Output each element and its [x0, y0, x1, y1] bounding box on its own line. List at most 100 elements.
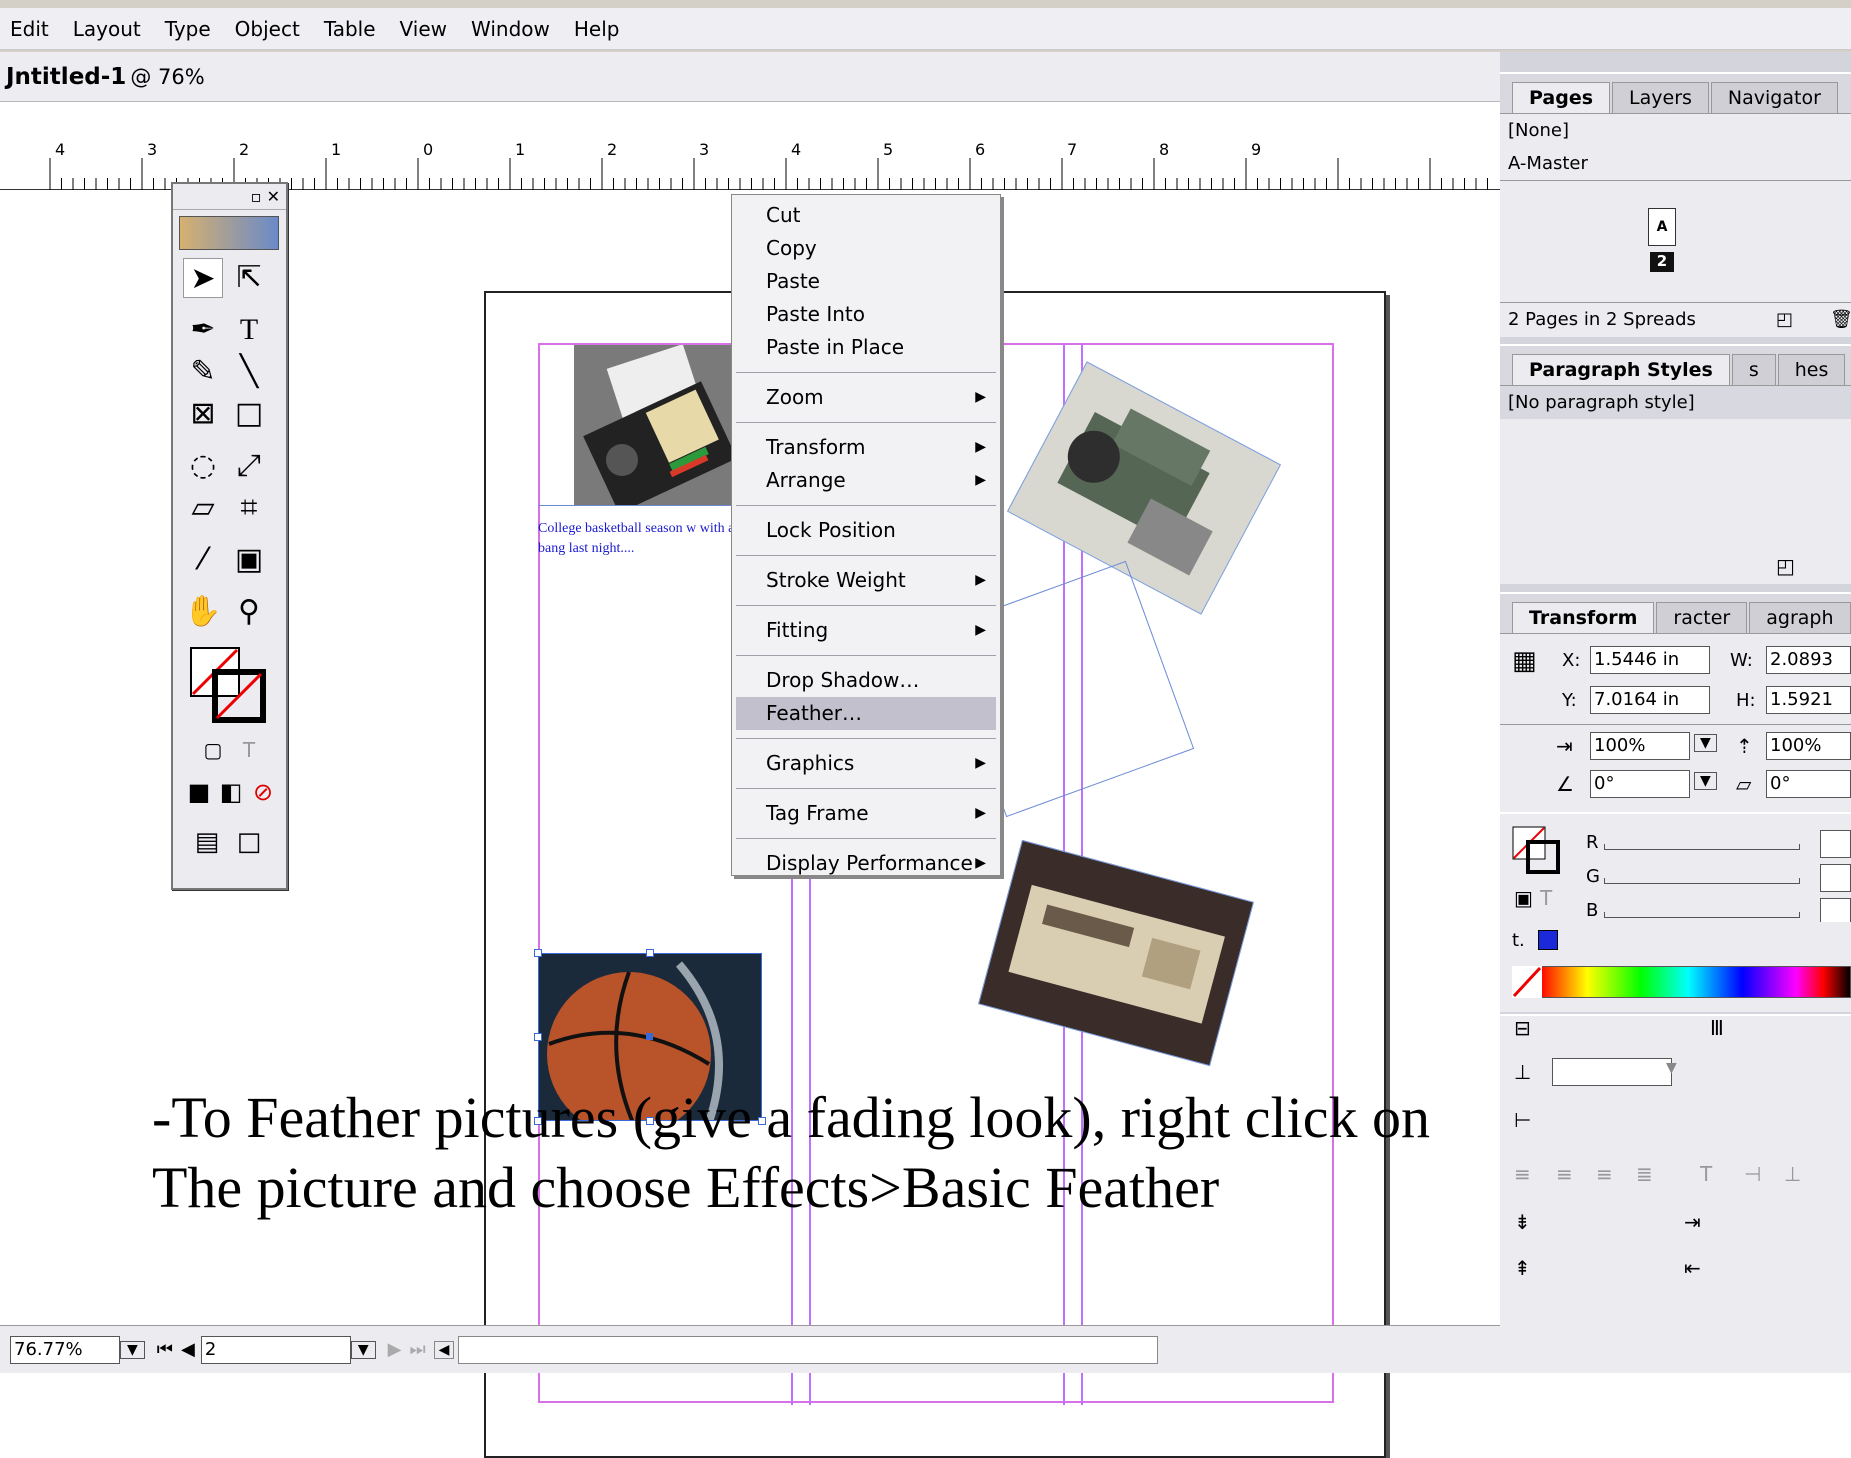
next-page-icon[interactable]: ▶	[388, 1339, 402, 1360]
eyedropper-tool-icon[interactable]: ⁄	[183, 540, 223, 580]
first-page-icon[interactable]: ⏮	[157, 1339, 173, 1360]
align-left-text-icon[interactable]: ≡	[1514, 1162, 1531, 1186]
red-slider[interactable]	[1604, 844, 1800, 850]
reference-point-icon[interactable]: ▦	[1512, 646, 1537, 676]
horizontal-space-icon[interactable]: ⊢	[1514, 1108, 1531, 1132]
scale-x-field[interactable]: 100%	[1590, 732, 1690, 760]
menu-edit[interactable]: Edit	[10, 17, 49, 41]
line-tool-icon[interactable]: ╲	[229, 352, 269, 392]
green-field[interactable]	[1820, 864, 1851, 892]
close-icon[interactable]: ✕	[267, 187, 280, 206]
tape-photo[interactable]	[574, 345, 734, 505]
text-fill-icon[interactable]: T	[1540, 886, 1552, 910]
apply-none-icon[interactable]: ⊘	[243, 772, 283, 812]
context-menu-item[interactable]: Lock Position	[732, 514, 1000, 547]
zoom-tool-icon[interactable]: ⚲	[229, 592, 269, 632]
spacing-dropdown-icon[interactable]: ▼	[1666, 1060, 1677, 1076]
space-before-icon[interactable]: ⇟	[1514, 1210, 1531, 1234]
frame-tool-icon[interactable]: ⊠	[183, 394, 223, 434]
context-menu-item[interactable]: Feather…	[736, 697, 996, 730]
tab-paragraph[interactable]: agraph	[1749, 602, 1851, 633]
new-style-icon[interactable]: ◰	[1776, 554, 1795, 578]
vertical-space-icon[interactable]: ⊥	[1514, 1060, 1531, 1084]
tint-swatch[interactable]	[1538, 930, 1558, 950]
justify-text-icon[interactable]: ≣	[1636, 1162, 1653, 1186]
color-spectrum-ramp[interactable]	[1512, 966, 1851, 998]
context-menu-item[interactable]: Transform ▶	[732, 431, 1000, 464]
distribute-icon[interactable]: Ⅲ	[1710, 1016, 1724, 1040]
hand-tool-icon[interactable]: ✋	[183, 592, 223, 632]
preview-view-icon[interactable]: □	[229, 822, 269, 862]
align-top-icon[interactable]: ⊟	[1514, 1016, 1531, 1040]
indent-left-icon[interactable]: ⇥	[1684, 1210, 1701, 1234]
scale-tool-icon[interactable]: ⤢	[229, 446, 269, 486]
menu-type[interactable]: Type	[165, 17, 211, 41]
gradient-tool-icon[interactable]: ▣	[229, 540, 269, 580]
menu-view[interactable]: View	[400, 17, 447, 41]
context-menu-item[interactable]: Paste	[732, 265, 1000, 298]
tab-character[interactable]: racter	[1656, 602, 1748, 633]
document-title-bar[interactable]: Jntitled-1 @ 76%	[0, 52, 1500, 102]
page-dropdown-icon[interactable]: ▼	[350, 1340, 376, 1359]
tab-paragraph-styles[interactable]: Paragraph Styles	[1512, 354, 1730, 385]
new-page-icon[interactable]: ◰	[1776, 309, 1793, 330]
menu-layout[interactable]: Layout	[73, 17, 141, 41]
context-menu-item[interactable]: Stroke Weight ▶	[732, 564, 1000, 597]
type-tool-icon[interactable]: T	[229, 310, 269, 350]
zoom-dropdown-icon[interactable]: ▼	[120, 1340, 145, 1359]
master-none[interactable]: [None]	[1500, 114, 1851, 147]
direct-selection-tool-icon[interactable]: ⇱	[229, 258, 269, 298]
none-swatch-icon[interactable]	[1512, 966, 1542, 998]
space-after-icon[interactable]: ⇞	[1514, 1256, 1531, 1280]
context-menu-item[interactable]: Display Performance ▶	[732, 847, 1000, 880]
y-field[interactable]: 7.0164 in	[1590, 686, 1710, 714]
article-text[interactable]: College basketball season w with a bang …	[538, 519, 736, 579]
menu-table[interactable]: Table	[324, 17, 376, 41]
rotation-field[interactable]: 0°	[1590, 770, 1690, 798]
scale-y-field[interactable]: 100%	[1766, 732, 1851, 760]
last-page-icon[interactable]: ⏭	[409, 1339, 425, 1360]
formatting-container-icon[interactable]: ▢	[193, 730, 233, 770]
h-field[interactable]: 1.5921 in	[1766, 686, 1851, 714]
selection-handle[interactable]	[534, 1033, 542, 1041]
menu-help[interactable]: Help	[574, 17, 620, 41]
context-menu-item[interactable]: Fitting ▶	[732, 614, 1000, 647]
toolbox-header[interactable]: ▫ ✕	[173, 184, 286, 210]
context-menu-item[interactable]: Cut	[732, 199, 1000, 232]
fill-stroke-icon[interactable]	[189, 646, 267, 726]
free-transform-tool-icon[interactable]: ⌗	[229, 488, 269, 528]
text-middle-icon[interactable]: ⊣	[1744, 1162, 1761, 1186]
menu-object[interactable]: Object	[235, 17, 300, 41]
context-menu-item[interactable]: Graphics ▶	[732, 747, 1000, 780]
zoom-field[interactable]: 76.77%	[10, 1335, 120, 1364]
text-bottom-icon[interactable]: ⊥	[1784, 1162, 1801, 1186]
green-slider[interactable]	[1604, 878, 1800, 884]
color-fill-stroke-icon[interactable]	[1512, 826, 1560, 874]
red-field[interactable]	[1820, 830, 1851, 858]
horizontal-ruler[interactable]: 4 3 2 1 0 1 2 3 4 5 6 7 8 9	[0, 104, 1500, 190]
context-menu-item[interactable]: Drop Shadow…	[732, 664, 1000, 697]
tab-navigator[interactable]: Navigator	[1710, 82, 1838, 113]
tab-layers[interactable]: Layers	[1612, 82, 1709, 113]
tab-swatches[interactable]: hes	[1777, 354, 1846, 385]
indent-right-icon[interactable]: ⇤	[1684, 1256, 1701, 1280]
context-menu-item[interactable]: Arrange ▶	[732, 464, 1000, 497]
container-icon[interactable]: ▣	[1514, 886, 1533, 910]
align-center-text-icon[interactable]: ≡	[1556, 1162, 1573, 1186]
rotation-dropdown-icon[interactable]: ▼	[1694, 772, 1717, 790]
shear-tool-icon[interactable]: ▱	[183, 488, 223, 528]
blue-slider[interactable]	[1604, 912, 1800, 918]
pencil-tool-icon[interactable]: ✎	[183, 352, 223, 392]
context-menu-item[interactable]: Paste in Place	[732, 331, 1000, 364]
minimize-icon[interactable]: ▫	[251, 187, 262, 206]
spacing-field[interactable]	[1552, 1058, 1672, 1086]
scroll-left-icon[interactable]: ◀	[433, 1340, 455, 1359]
tab-character-styles[interactable]: s	[1731, 354, 1776, 385]
scale-x-dropdown-icon[interactable]: ▼	[1694, 734, 1717, 752]
page-field[interactable]: 2	[200, 1335, 351, 1364]
selection-handle[interactable]	[646, 949, 654, 957]
shear-field[interactable]: 0°	[1766, 770, 1851, 798]
tab-transform[interactable]: Transform	[1512, 602, 1655, 633]
selection-handle[interactable]	[534, 949, 542, 957]
align-right-text-icon[interactable]: ≡	[1596, 1162, 1613, 1186]
